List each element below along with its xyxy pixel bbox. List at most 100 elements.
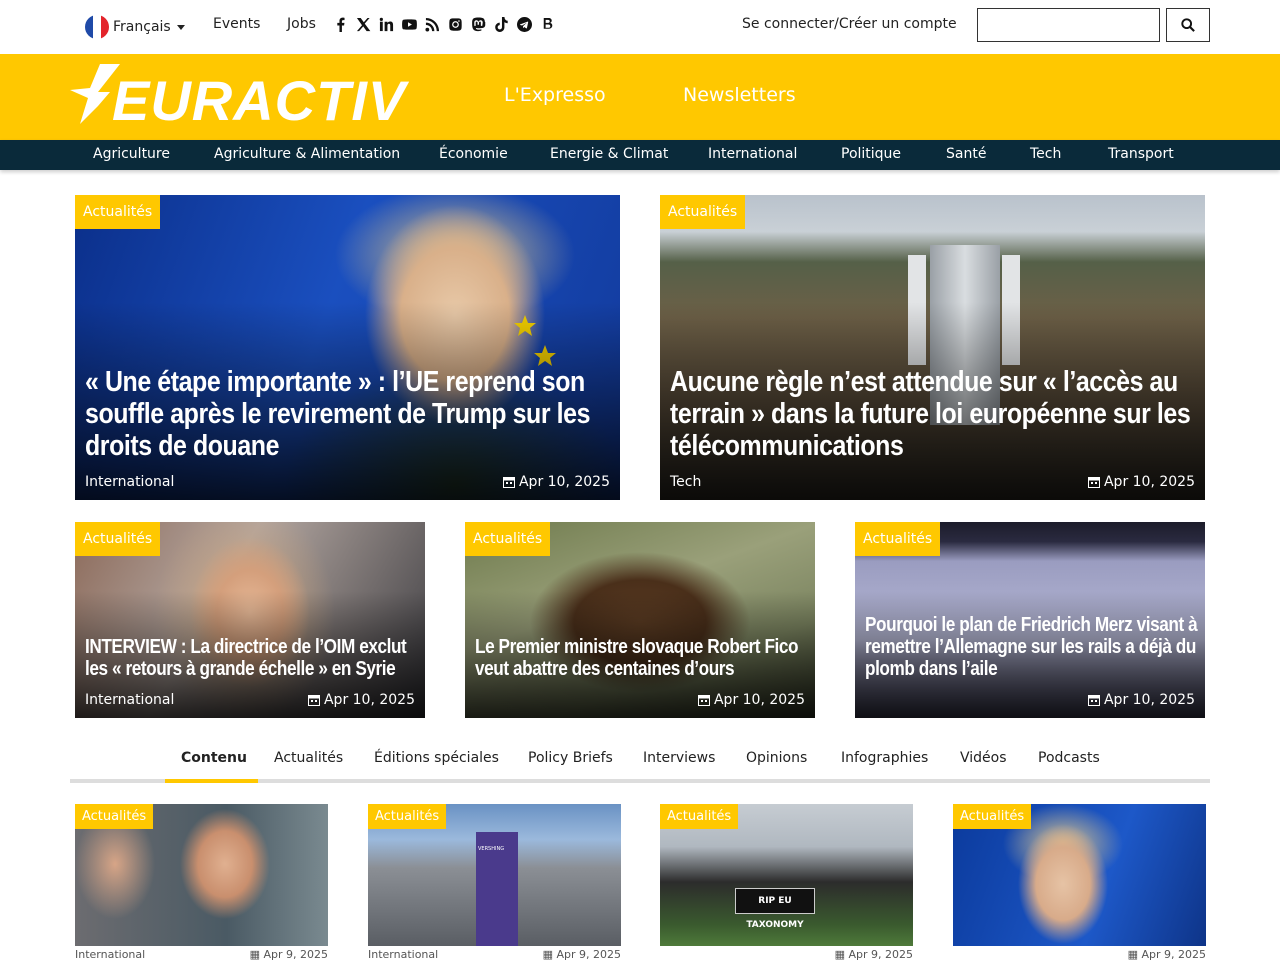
article-headline[interactable]: Le Premier ministre slovaque Robert Fico…: [475, 636, 810, 680]
social-links: [332, 15, 555, 33]
jobs-link[interactable]: Jobs: [287, 16, 316, 32]
article-date: ▦ Apr 9, 2025: [1127, 948, 1206, 960]
article-headline[interactable]: Pourquoi le plan de Friedrich Merz visan…: [865, 614, 1200, 680]
latest-article-meta: ▦ Apr 9, 2025: [953, 948, 1206, 960]
category-badge[interactable]: Actualités: [75, 804, 154, 829]
featured-article-card[interactable]: Actualités « Une étape importante » : l’…: [75, 195, 620, 500]
article-date-text: Apr 10, 2025: [518, 474, 610, 490]
article-date: Apr 10, 2025: [697, 692, 805, 708]
newsletters-link[interactable]: Newsletters: [683, 84, 796, 106]
language-label: Français: [113, 19, 171, 35]
top-bar: Français Events Jobs Se connecter/Créer …: [0, 0, 1280, 54]
article-category[interactable]: International: [368, 948, 438, 960]
latest-article-meta: International ▦ Apr 9, 2025: [75, 948, 328, 960]
nav-tech[interactable]: Tech: [1030, 146, 1061, 162]
nav-energie-climat[interactable]: Energie & Climat: [550, 146, 668, 162]
article-card[interactable]: Actualités INTERVIEW : La directrice de …: [75, 522, 425, 718]
active-tab-indicator: [165, 779, 258, 783]
expresso-link[interactable]: L'Expresso: [504, 84, 606, 106]
category-nav: Agriculture Agriculture & Alimentation É…: [0, 140, 1280, 170]
latest-article-card[interactable]: Actualités: [953, 804, 1206, 946]
protest-sign: RIP EU TAXONOMY: [735, 888, 815, 930]
article-date-text: Apr 9, 2025: [556, 948, 621, 960]
article-category[interactable]: International: [75, 948, 145, 960]
article-date-text: Apr 10, 2025: [713, 692, 805, 708]
caret-down-icon: [176, 24, 185, 30]
tab-opinions[interactable]: Opinions: [746, 750, 807, 766]
article-card[interactable]: Actualités Pourquoi le plan de Friedrich…: [855, 522, 1205, 718]
latest-article-meta: ▦ Apr 9, 2025: [660, 948, 913, 960]
article-headline[interactable]: « Une étape importante » : l’UE reprend …: [85, 366, 618, 462]
article-date: ▦ Apr 9, 2025: [834, 948, 913, 960]
nav-politique[interactable]: Politique: [841, 146, 901, 162]
content-tabs: Contenu Actualités Éditions spéciales Po…: [70, 745, 1210, 785]
login-link[interactable]: Se connecter/Créer un compte: [742, 16, 957, 32]
nav-agriculture[interactable]: Agriculture: [93, 146, 170, 162]
tab-videos[interactable]: Vidéos: [960, 750, 1007, 766]
article-date: ▦ Apr 9, 2025: [542, 948, 621, 960]
category-badge[interactable]: Actualités: [75, 195, 161, 229]
tab-editions-speciales[interactable]: Éditions spéciales: [374, 750, 499, 766]
nav-transport[interactable]: Transport: [1108, 146, 1174, 162]
search-button[interactable]: [1166, 8, 1210, 42]
france-flag-icon: [85, 15, 109, 39]
youtube-icon[interactable]: [401, 15, 417, 33]
tiktok-icon[interactable]: [493, 15, 509, 33]
logo-text: EURACTIV: [112, 69, 410, 128]
calendar-icon: [502, 477, 515, 488]
nav-economie[interactable]: Économie: [439, 146, 508, 162]
language-selector[interactable]: Français: [85, 15, 185, 39]
eu-banner-text: VERSHING: [478, 846, 505, 852]
article-date-text: Apr 9, 2025: [263, 948, 328, 960]
category-badge[interactable]: Actualités: [953, 804, 1032, 829]
x-icon[interactable]: [355, 15, 371, 33]
article-date-text: Apr 10, 2025: [1103, 474, 1195, 490]
latest-article-card[interactable]: RIP EU TAXONOMY Actualités: [660, 804, 913, 946]
article-category[interactable]: International: [85, 692, 174, 708]
article-headline[interactable]: INTERVIEW : La directrice de l’OIM exclu…: [85, 636, 420, 680]
latest-article-card[interactable]: Actualités: [75, 804, 328, 946]
article-date: ▦ Apr 9, 2025: [249, 948, 328, 960]
search-input[interactable]: [977, 8, 1160, 42]
nav-agriculture-alimentation[interactable]: Agriculture & Alimentation: [214, 146, 400, 162]
brand-bar: EURACTIV L'Expresso Newsletters: [0, 54, 1280, 140]
bluesky-icon[interactable]: [539, 15, 555, 33]
category-badge[interactable]: Actualités: [855, 522, 941, 556]
telegram-icon[interactable]: [516, 15, 532, 33]
tab-interviews[interactable]: Interviews: [643, 750, 715, 766]
article-date-text: Apr 10, 2025: [1103, 692, 1195, 708]
instagram-icon[interactable]: [447, 15, 463, 33]
article-category[interactable]: International: [85, 474, 174, 490]
article-headline[interactable]: Aucune règle n’est attendue sur « l’accè…: [670, 366, 1203, 462]
euractiv-logo[interactable]: EURACTIV: [70, 62, 415, 132]
tab-podcasts[interactable]: Podcasts: [1038, 750, 1100, 766]
tab-infographies[interactable]: Infographies: [841, 750, 928, 766]
nav-sante[interactable]: Santé: [946, 146, 986, 162]
category-badge[interactable]: Actualités: [465, 522, 551, 556]
linkedin-icon[interactable]: [378, 15, 394, 33]
tab-actualites[interactable]: Actualités: [274, 750, 343, 766]
article-date-text: Apr 9, 2025: [1141, 948, 1206, 960]
article-date-text: Apr 9, 2025: [848, 948, 913, 960]
tab-policy-briefs[interactable]: Policy Briefs: [528, 750, 613, 766]
facebook-icon[interactable]: [332, 15, 348, 33]
category-badge[interactable]: Actualités: [75, 522, 161, 556]
featured-article-card[interactable]: Actualités Aucune règle n’est attendue s…: [660, 195, 1205, 500]
mastodon-icon[interactable]: [470, 15, 486, 33]
category-badge[interactable]: Actualités: [368, 804, 447, 829]
events-link[interactable]: Events: [213, 16, 260, 32]
tab-contenu[interactable]: Contenu: [181, 750, 247, 766]
category-badge[interactable]: Actualités: [660, 804, 739, 829]
search-icon: [1181, 18, 1195, 32]
article-card[interactable]: Actualités Le Premier ministre slovaque …: [465, 522, 815, 718]
calendar-icon: [697, 695, 710, 706]
article-category[interactable]: Tech: [670, 474, 701, 490]
rss-icon[interactable]: [424, 15, 440, 33]
article-date: Apr 10, 2025: [1087, 474, 1195, 490]
article-date: Apr 10, 2025: [1087, 692, 1195, 708]
nav-international[interactable]: International: [708, 146, 797, 162]
article-date-text: Apr 10, 2025: [323, 692, 415, 708]
latest-article-card[interactable]: VERSHING Actualités: [368, 804, 621, 946]
category-badge[interactable]: Actualités: [660, 195, 746, 229]
article-date: Apr 10, 2025: [502, 474, 610, 490]
